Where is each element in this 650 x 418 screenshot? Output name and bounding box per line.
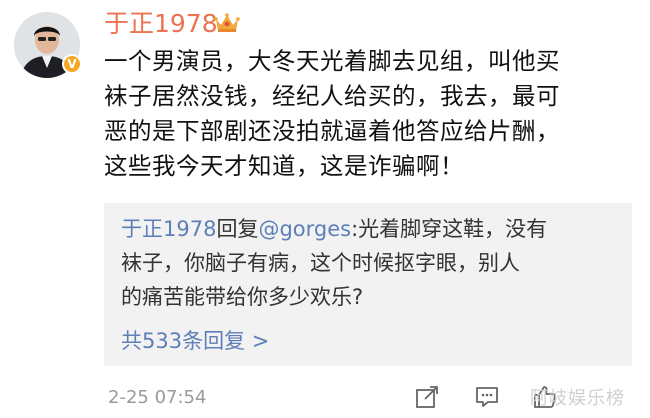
post-content-line: 这些我今天才知道，这是诈骗啊！ — [104, 152, 464, 180]
post-content: 一个男演员，大冬天光着脚去见组，叫他买 袜子居然没钱，经纪人给买的，我去，最可 … — [104, 44, 624, 184]
post-content-line: 袜子居然没钱，经纪人给买的，我去，最可 — [104, 82, 560, 110]
reply-author-link[interactable]: 于正1978 — [121, 217, 216, 241]
username[interactable]: 于正1978 — [104, 7, 218, 41]
share-icon[interactable] — [414, 384, 440, 410]
comment-icon[interactable] — [474, 384, 500, 410]
post-timestamp: 2-25 07:54 — [108, 387, 207, 408]
reply-content: 于正1978回复@gorges:光着脚穿这鞋，没有 袜子，你脑子有病，这个时候抠… — [121, 212, 621, 314]
reply-verb: 回复 — [216, 217, 259, 241]
reply-box: 于正1978回复@gorges:光着脚穿这鞋，没有 袜子，你脑子有病，这个时候抠… — [104, 203, 632, 366]
watermark: 阿岐娱乐榜 — [530, 388, 625, 409]
reply-first-line: 于正1978回复@gorges:光着脚穿这鞋，没有 — [121, 212, 621, 246]
crown-icon — [214, 13, 240, 32]
reply-text-start: :光着脚穿这鞋，没有 — [351, 217, 548, 241]
verified-badge-icon: V — [62, 54, 82, 74]
reply-mention-link[interactable]: @gorges — [258, 217, 351, 241]
reply-text-line: 的痛苦能带给你多少欢乐? — [121, 285, 364, 309]
post-content-line: 一个男演员，大冬天光着脚去见组，叫他买 — [104, 47, 560, 75]
reply-text-line: 袜子，你脑子有病，这个时候抠字眼，别人 — [121, 251, 520, 275]
post-content-line: 恶的是下部剧还没拍就逼着他答应给片酬， — [104, 117, 560, 145]
view-all-replies-link[interactable]: 共533条回复 > — [121, 324, 269, 358]
